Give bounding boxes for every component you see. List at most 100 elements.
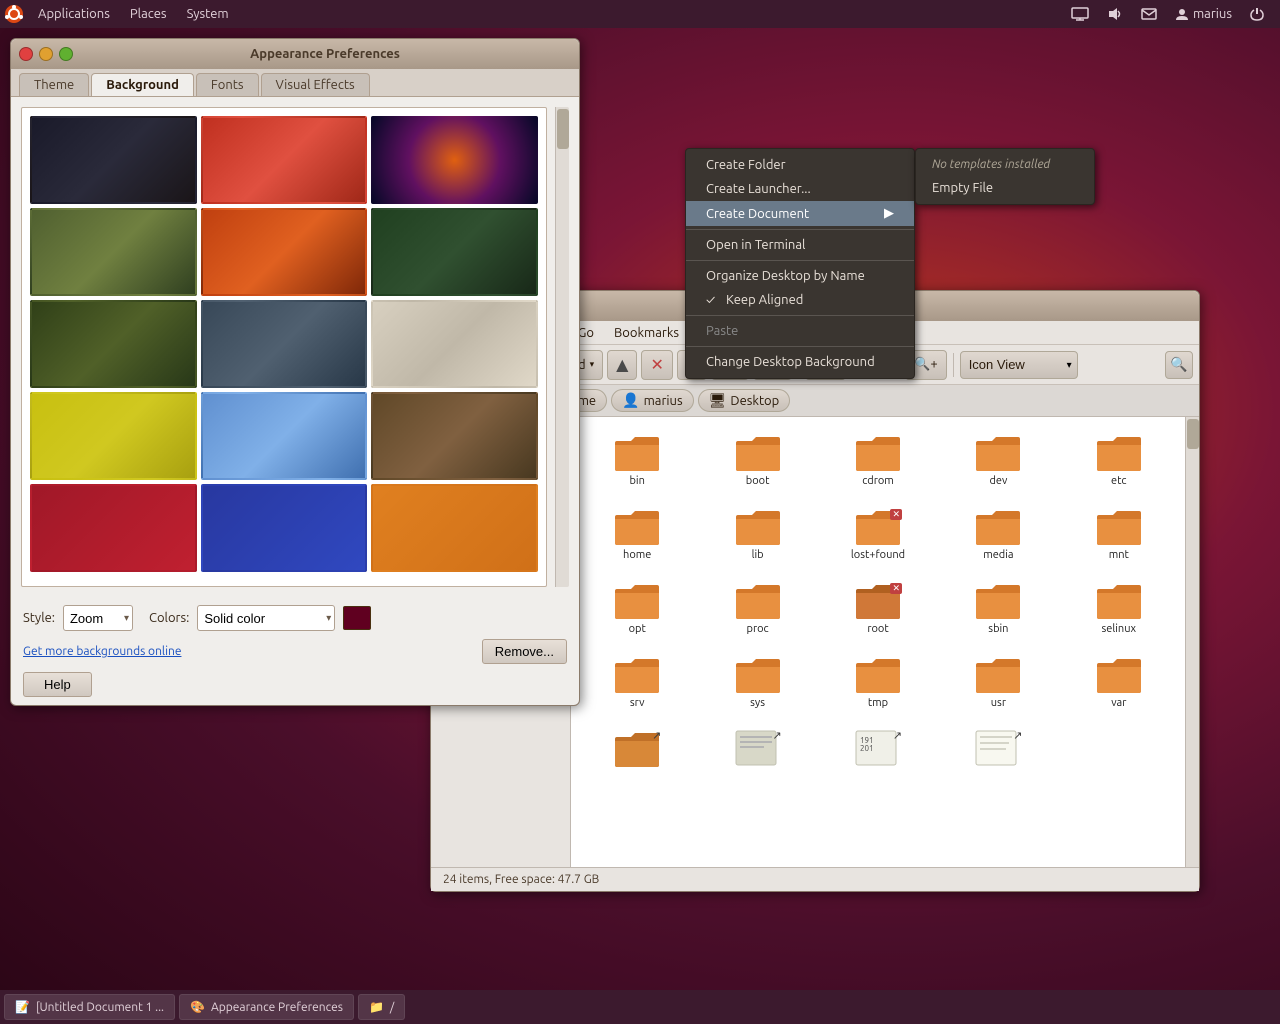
top-panel: Applications Places System marius (0, 0, 1280, 28)
applications-menu[interactable]: Applications (28, 0, 120, 28)
view-mode-select[interactable]: Icon View List View Compact View (960, 351, 1078, 379)
breadcrumb-marius-label: marius (644, 394, 683, 408)
context-open-terminal[interactable]: Open in Terminal (686, 233, 914, 257)
system-menu[interactable]: System (177, 0, 239, 28)
help-row: Help (23, 672, 567, 697)
panel-right: marius (1063, 0, 1280, 28)
folder-media-name: media (983, 549, 1013, 561)
wallpaper-thumb-14[interactable] (201, 484, 368, 572)
taskbar-item-appearance[interactable]: 🎨 Appearance Preferences (179, 994, 354, 1020)
context-create-document[interactable]: Create Document ▶ (686, 201, 914, 226)
folder-mnt[interactable]: mnt (1061, 499, 1177, 569)
wallpaper-thumb-4[interactable] (30, 208, 197, 296)
folder-var[interactable]: var (1061, 647, 1177, 717)
appearance-titlebar: Appearance Preferences (11, 39, 579, 69)
shortcut-arrow-4: ↗ (1013, 729, 1022, 742)
close-button[interactable] (19, 47, 33, 61)
shortcut-1[interactable]: ↗ (579, 721, 695, 779)
wallpaper-thumb-3[interactable] (371, 116, 538, 204)
taskbar-item-untitled[interactable]: 📝 [Untitled Document 1 ... (4, 994, 175, 1020)
folder-boot-name: boot (746, 475, 770, 487)
folder-sbin[interactable]: sbin (940, 573, 1056, 643)
fm-stop-button[interactable]: ✕ (641, 350, 672, 380)
panel-volume-icon[interactable] (1099, 0, 1131, 28)
wallpaper-thumb-7[interactable] (30, 300, 197, 388)
folder-srv[interactable]: srv (579, 647, 695, 717)
wallpaper-thumb-10[interactable] (30, 392, 197, 480)
get-more-link[interactable]: Get more backgrounds online (23, 645, 181, 658)
tab-fonts[interactable]: Fonts (196, 73, 259, 96)
wallpaper-thumb-5[interactable] (201, 208, 368, 296)
folder-sys-name: sys (750, 697, 765, 709)
context-organize[interactable]: Organize Desktop by Name (686, 264, 914, 288)
folder-opt-name: opt (629, 623, 646, 635)
style-label: Style: (23, 611, 55, 625)
folder-bin[interactable]: bin (579, 425, 695, 495)
panel-mail-icon[interactable] (1133, 0, 1165, 28)
shortcut-4[interactable]: ↗ (940, 721, 1056, 779)
folder-mnt-name: mnt (1109, 549, 1129, 561)
folder-home[interactable]: home (579, 499, 695, 569)
context-create-folder[interactable]: Create Folder (686, 153, 914, 177)
up-arrow-icon: ▲ (616, 355, 628, 374)
taskbar-untitled-icon: 📝 (15, 1000, 30, 1014)
root-badge: ✕ (890, 583, 902, 594)
submenu-empty-file[interactable]: Empty File (916, 176, 1094, 200)
style-select[interactable]: Zoom Stretch Center Tile (63, 605, 133, 631)
wallpaper-thumb-2[interactable] (201, 116, 368, 204)
fm-menu-bookmarks[interactable]: Bookmarks (604, 324, 689, 342)
lostfound-badge: ✕ (890, 509, 902, 520)
folder-usr[interactable]: usr (940, 647, 1056, 717)
wallpaper-thumb-12[interactable] (371, 392, 538, 480)
context-paste[interactable]: Paste (686, 319, 914, 343)
folder-etc[interactable]: etc (1061, 425, 1177, 495)
wallpaper-thumb-15[interactable] (371, 484, 538, 572)
taskbar-item-filemanager[interactable]: 📁 / (358, 994, 405, 1020)
help-button[interactable]: Help (23, 672, 92, 697)
context-create-launcher[interactable]: Create Launcher... (686, 177, 914, 201)
wallpaper-thumb-11[interactable] (201, 392, 368, 480)
folder-media[interactable]: media (940, 499, 1056, 569)
tab-theme[interactable]: Theme (19, 73, 89, 96)
fm-scrollbar[interactable] (1185, 417, 1199, 867)
check-icon: ✓ (706, 293, 722, 307)
wallpaper-thumb-9[interactable] (371, 300, 538, 388)
remove-button[interactable]: Remove... (482, 639, 567, 664)
folder-tmp[interactable]: tmp (820, 647, 936, 717)
color-swatch[interactable] (343, 606, 371, 630)
folder-boot[interactable]: boot (699, 425, 815, 495)
fm-search-button[interactable]: 🔍 (1165, 351, 1193, 379)
folder-proc[interactable]: proc (699, 573, 815, 643)
breadcrumb-marius[interactable]: 👤 marius (611, 389, 694, 412)
folder-sys[interactable]: sys (699, 647, 815, 717)
wallpaper-thumb-8[interactable] (201, 300, 368, 388)
folder-root[interactable]: ✕ root (820, 573, 936, 643)
wallpaper-thumb-6[interactable] (371, 208, 538, 296)
ubuntu-icon[interactable] (0, 0, 28, 28)
folder-selinux[interactable]: selinux (1061, 573, 1177, 643)
context-keep-aligned[interactable]: ✓ Keep Aligned (686, 288, 914, 312)
folder-opt[interactable]: opt (579, 573, 695, 643)
fm-up-button[interactable]: ▲ (607, 350, 637, 380)
folder-usr-name: usr (991, 697, 1006, 709)
shortcut-2[interactable]: ↗ (699, 721, 815, 779)
breadcrumb-desktop[interactable]: 🖥 Desktop (698, 389, 791, 412)
panel-user-icon[interactable]: marius (1167, 0, 1240, 28)
places-menu[interactable]: Places (120, 0, 177, 28)
panel-power-icon[interactable] (1242, 0, 1272, 28)
colors-select[interactable]: Solid color Horizontal gradient Vertical… (197, 605, 335, 631)
folder-lostfound[interactable]: ✕ lost+found (820, 499, 936, 569)
fm-separator-2 (953, 353, 954, 377)
context-change-background[interactable]: Change Desktop Background (686, 350, 914, 374)
tab-visual-effects[interactable]: Visual Effects (261, 73, 370, 96)
minimize-button[interactable] (39, 47, 53, 61)
maximize-button[interactable] (59, 47, 73, 61)
folder-dev[interactable]: dev (940, 425, 1056, 495)
folder-lib[interactable]: lib (699, 499, 815, 569)
wallpaper-thumb-13[interactable] (30, 484, 197, 572)
folder-cdrom[interactable]: cdrom (820, 425, 936, 495)
wallpaper-thumb-1[interactable] (30, 116, 197, 204)
tab-background[interactable]: Background (91, 73, 194, 96)
stop-icon: ✕ (650, 355, 663, 374)
shortcut-3[interactable]: 191201 ↗ (820, 721, 936, 779)
